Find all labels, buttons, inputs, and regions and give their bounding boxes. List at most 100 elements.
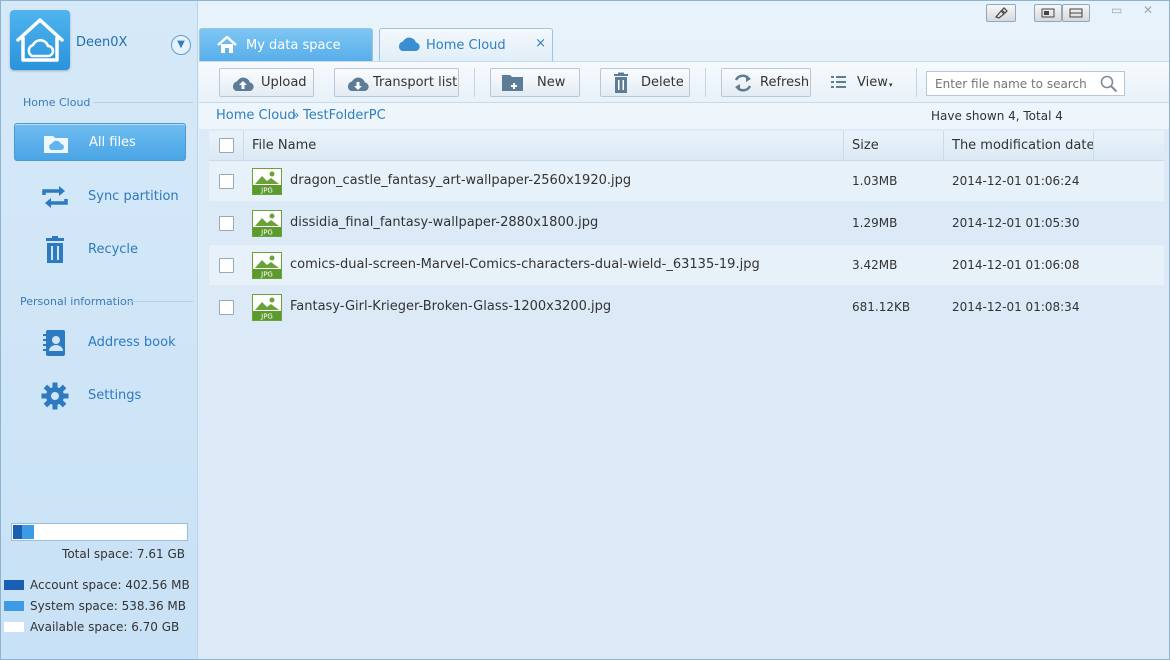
file-size: 681.12KB bbox=[852, 300, 911, 314]
section-title-personal-information: Personal information bbox=[20, 295, 134, 308]
toolbar-separator bbox=[474, 68, 475, 97]
select-all-checkbox[interactable] bbox=[219, 138, 234, 153]
toolbar-button-label: New bbox=[537, 75, 566, 90]
divider bbox=[126, 301, 193, 302]
file-name[interactable]: dissidia_final_fantasy-wallpaper-2880x18… bbox=[290, 215, 598, 230]
column-separator bbox=[943, 131, 944, 161]
storage-bar-system-segment bbox=[22, 525, 34, 539]
file-name[interactable]: comics-dual-screen-Marvel-Comics-charact… bbox=[290, 257, 760, 272]
column-separator bbox=[1093, 131, 1094, 161]
folder-cloud-icon bbox=[44, 136, 68, 153]
close-icon[interactable]: ✕ bbox=[1143, 3, 1153, 17]
refresh-icon bbox=[734, 74, 752, 92]
sidebar-item-label: All files bbox=[89, 135, 136, 150]
breadcrumb-root[interactable]: Home Cloud bbox=[216, 108, 296, 123]
sidebar-item-label: Settings bbox=[88, 388, 142, 403]
file-name[interactable]: dragon_castle_fantasy_art-wallpaper-2560… bbox=[290, 173, 631, 188]
tab-label: Home Cloud bbox=[426, 38, 506, 53]
breadcrumb-current[interactable]: TestFolderPC bbox=[303, 108, 386, 123]
legend-label: Available space: 6.70 GB bbox=[30, 620, 180, 634]
layout-button[interactable] bbox=[1062, 4, 1090, 22]
tab-home-cloud[interactable]: Home Cloud × bbox=[379, 28, 553, 61]
file-name[interactable]: Fantasy-Girl-Krieger-Broken-Glass-1200x3… bbox=[290, 299, 611, 314]
search-icon[interactable] bbox=[1100, 75, 1118, 93]
file-size: 1.29MB bbox=[852, 216, 898, 230]
chevron-down-icon[interactable]: ▼ bbox=[171, 35, 191, 55]
jpg-file-icon: JPG bbox=[252, 168, 282, 195]
file-date: 2014-12-01 01:06:24 bbox=[952, 174, 1080, 188]
sidebar-item-label: Address book bbox=[88, 335, 176, 350]
column-header-size[interactable]: Size bbox=[852, 138, 879, 153]
tab-close-icon[interactable]: × bbox=[535, 36, 546, 51]
jpg-file-icon: JPG bbox=[252, 294, 282, 321]
window-mode-icon bbox=[1041, 8, 1055, 18]
trash-icon bbox=[614, 72, 628, 93]
app-window: Deen0X ▼ Home Cloud All files Sync parti… bbox=[0, 0, 1170, 660]
new-folder-button[interactable]: New bbox=[490, 68, 580, 97]
file-date: 2014-12-01 01:08:34 bbox=[952, 300, 1080, 314]
column-separator bbox=[843, 131, 844, 161]
username[interactable]: Deen0X bbox=[76, 35, 127, 50]
column-header-file-name[interactable]: File Name bbox=[252, 138, 316, 153]
mini-mode-button[interactable] bbox=[1034, 4, 1062, 22]
legend-swatch bbox=[4, 601, 24, 611]
file-type-label: JPG bbox=[260, 187, 273, 195]
upload-button[interactable]: Upload bbox=[219, 68, 314, 97]
toolbar-button-label: Upload bbox=[261, 75, 307, 90]
item-count: Have shown 4, Total 4 bbox=[931, 109, 1063, 123]
toolbar-button-label: Refresh bbox=[760, 75, 810, 90]
table-row[interactable]: JPG dragon_castle_fantasy_art-wallpaper-… bbox=[209, 161, 1164, 201]
toolbar: Upload Transport list New Delete Refresh… bbox=[199, 61, 1169, 103]
home-cloud-logo bbox=[10, 10, 70, 70]
table-row[interactable]: JPG Fantasy-Girl-Krieger-Broken-Glass-12… bbox=[209, 287, 1164, 327]
file-date: 2014-12-01 01:05:30 bbox=[952, 216, 1080, 230]
cloud-icon bbox=[398, 37, 420, 51]
toolbar-separator bbox=[916, 68, 917, 97]
file-size: 1.03MB bbox=[852, 174, 898, 188]
refresh-button[interactable]: Refresh bbox=[721, 68, 811, 97]
tab-label: My data space bbox=[246, 38, 341, 53]
transport-list-button[interactable]: Transport list bbox=[334, 68, 459, 97]
toolbar-button-label: Delete bbox=[641, 75, 684, 90]
minimize-icon[interactable]: ▭ bbox=[1111, 3, 1122, 17]
legend-swatch bbox=[4, 580, 24, 590]
row-checkbox[interactable] bbox=[219, 300, 234, 315]
gear-icon bbox=[41, 382, 69, 410]
sidebar-item-label: Recycle bbox=[88, 242, 139, 257]
legend-label: System space: 538.36 MB bbox=[30, 599, 187, 613]
tab-my-data-space[interactable]: My data space bbox=[199, 28, 373, 61]
section-title-home-cloud: Home Cloud bbox=[23, 96, 91, 109]
sidebar-item-settings[interactable]: Settings bbox=[14, 377, 186, 415]
storage-usage-bar bbox=[11, 523, 188, 541]
column-header-modification-date[interactable]: The modification date bbox=[952, 138, 1094, 153]
sidebar-item-sync-partition[interactable]: Sync partition bbox=[14, 178, 186, 216]
row-checkbox[interactable] bbox=[219, 258, 234, 273]
table-row[interactable]: JPG dissidia_final_fantasy-wallpaper-288… bbox=[209, 203, 1164, 243]
legend-available-space: Available space: 6.70 GB bbox=[4, 620, 179, 634]
search-box[interactable] bbox=[926, 71, 1125, 96]
delete-button[interactable]: Delete bbox=[600, 68, 690, 97]
cloud-download-icon bbox=[347, 77, 369, 91]
row-checkbox[interactable] bbox=[219, 216, 234, 231]
legend-account-space: Account space: 402.56 MB bbox=[4, 578, 190, 592]
search-input[interactable] bbox=[927, 72, 1097, 95]
row-checkbox[interactable] bbox=[219, 174, 234, 189]
sidebar-item-recycle[interactable]: Recycle bbox=[14, 231, 186, 269]
file-size: 3.42MB bbox=[852, 258, 898, 272]
legend-system-space: System space: 538.36 MB bbox=[4, 599, 186, 613]
table-row[interactable]: JPG comics-dual-screen-Marvel-Comics-cha… bbox=[209, 245, 1164, 285]
jpg-file-icon: JPG bbox=[252, 252, 282, 279]
storage-bar-account-segment bbox=[13, 525, 22, 539]
dropdown-arrow-icon: ▾ bbox=[889, 81, 893, 89]
sidebar-item-address-book[interactable]: Address book bbox=[14, 324, 186, 362]
jpg-file-icon: JPG bbox=[252, 210, 282, 237]
trash-icon bbox=[46, 236, 64, 263]
breadcrumb-separator: » bbox=[292, 108, 300, 122]
layout-icon bbox=[1069, 8, 1083, 18]
total-space-label: Total space: 7.61 GB bbox=[62, 547, 185, 561]
list-view-icon bbox=[831, 76, 846, 88]
file-date: 2014-12-01 01:06:08 bbox=[952, 258, 1080, 272]
sidebar-item-all-files[interactable]: All files bbox=[14, 123, 186, 161]
sidebar: Deen0X ▼ Home Cloud All files Sync parti… bbox=[1, 1, 198, 659]
skin-button[interactable] bbox=[986, 4, 1016, 22]
